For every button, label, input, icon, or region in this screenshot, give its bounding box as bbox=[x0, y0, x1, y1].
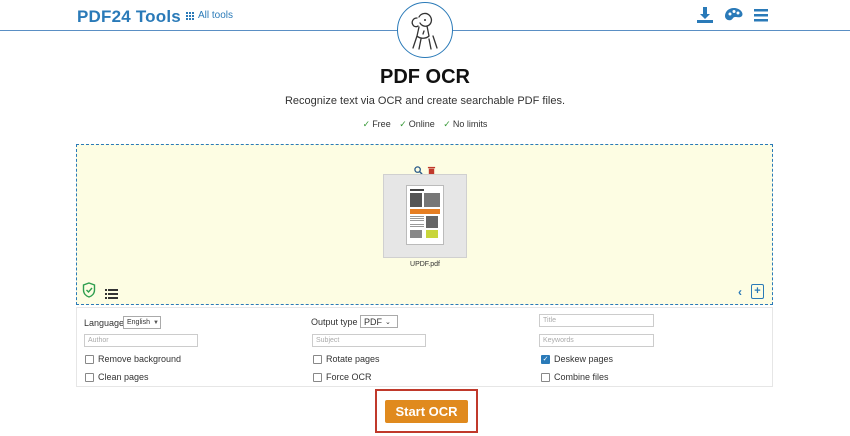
chevron-left-icon[interactable]: ‹ bbox=[738, 285, 742, 299]
start-ocr-highlight: Start OCR bbox=[375, 389, 478, 433]
output-type-select[interactable]: PDF ⌄ bbox=[360, 315, 398, 328]
output-type-label: Output type bbox=[311, 317, 358, 327]
caret-down-icon: ▼ bbox=[152, 319, 159, 326]
pdf-page-preview bbox=[406, 185, 444, 245]
download-icon[interactable] bbox=[696, 6, 714, 24]
feature-no-limits: ✓ No limits bbox=[443, 119, 488, 129]
combine-files-checkbox[interactable]: Combine files bbox=[541, 372, 609, 382]
language-value: English bbox=[127, 319, 150, 326]
rotate-pages-checkbox[interactable]: Rotate pages bbox=[313, 354, 380, 364]
shield-icon[interactable] bbox=[82, 282, 96, 298]
clean-pages-label: Clean pages bbox=[98, 372, 149, 382]
check-icon: ✓ bbox=[362, 119, 371, 129]
force-ocr-label: Force OCR bbox=[326, 372, 372, 382]
page-subtitle: Recognize text via OCR and create search… bbox=[284, 95, 566, 107]
rotate-pages-label: Rotate pages bbox=[326, 354, 380, 364]
file-name: UPDF.pdf bbox=[410, 261, 440, 268]
output-type-value: PDF bbox=[364, 316, 382, 327]
force-ocr-checkbox[interactable]: Force OCR bbox=[313, 372, 372, 382]
feature-online: ✓ Online bbox=[399, 119, 435, 129]
add-file-icon[interactable]: + bbox=[751, 284, 764, 299]
all-tools-label: All tools bbox=[198, 10, 234, 21]
remove-background-checkbox[interactable]: Remove background bbox=[85, 354, 181, 364]
check-icon: ✓ bbox=[443, 119, 451, 129]
header-actions bbox=[696, 6, 770, 24]
title-input[interactable]: Title bbox=[539, 314, 654, 327]
grid-icon bbox=[186, 11, 194, 20]
feature-free: ✓ Free bbox=[362, 119, 391, 129]
language-select[interactable]: English ▼ bbox=[123, 316, 161, 329]
checkbox-checked[interactable]: ✓ bbox=[541, 354, 550, 364]
clean-pages-checkbox[interactable]: Clean pages bbox=[85, 372, 149, 382]
checkbox-box[interactable] bbox=[541, 372, 550, 382]
checkbox-box[interactable] bbox=[85, 372, 94, 382]
subject-input[interactable]: Subject bbox=[312, 334, 426, 347]
start-ocr-button[interactable]: Start OCR bbox=[385, 400, 468, 423]
list-icon[interactable] bbox=[105, 286, 118, 299]
language-label: Language bbox=[84, 318, 125, 328]
palette-icon[interactable] bbox=[724, 6, 743, 24]
deskew-pages-label: Deskew pages bbox=[554, 354, 614, 364]
checkbox-box[interactable] bbox=[313, 372, 322, 382]
feature-list: ✓ Free ✓ Online ✓ No limits bbox=[0, 119, 850, 130]
menu-icon[interactable] bbox=[752, 6, 770, 24]
ocr-options-panel: Language English ▼ Output type PDF ⌄ Tit… bbox=[76, 307, 773, 387]
check-icon: ✓ bbox=[399, 119, 407, 129]
file-drop-area[interactable]: UPDF.pdf ‹ + bbox=[76, 144, 773, 305]
page-title: PDF OCR bbox=[380, 66, 470, 88]
deskew-pages-checkbox[interactable]: ✓ Deskew pages bbox=[541, 354, 613, 364]
all-tools-link[interactable]: All tools bbox=[186, 10, 233, 21]
pdf24-mascot-logo[interactable] bbox=[397, 2, 453, 58]
remove-background-label: Remove background bbox=[98, 354, 182, 364]
checkbox-box[interactable] bbox=[313, 354, 322, 364]
brand-logo-text[interactable]: PDF24 Tools bbox=[77, 7, 181, 27]
combine-files-label: Combine files bbox=[554, 372, 609, 382]
chevron-down-icon: ⌄ bbox=[385, 318, 391, 326]
author-input[interactable]: Author bbox=[84, 334, 198, 347]
file-thumbnail[interactable] bbox=[383, 174, 467, 258]
checkbox-box[interactable] bbox=[85, 354, 94, 364]
keywords-input[interactable]: Keywords bbox=[539, 334, 654, 347]
